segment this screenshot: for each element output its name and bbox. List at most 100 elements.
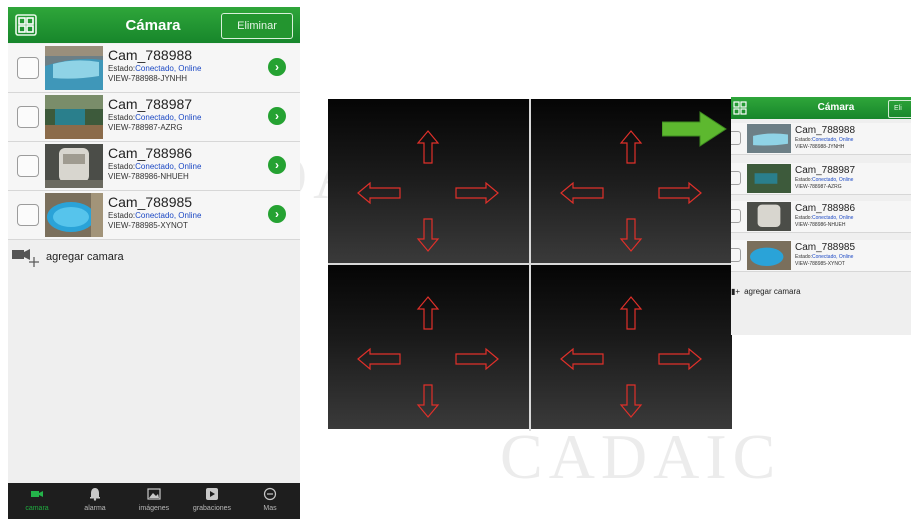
tab-alarma[interactable]: alarma xyxy=(66,483,124,519)
arrow-left-icon[interactable] xyxy=(560,181,604,205)
chevron-right-icon[interactable]: › xyxy=(268,156,286,174)
camera-status: Estado:Conectado, Online xyxy=(108,113,202,122)
camera-list-screen: Cámara Eliminar Cam_788988 Estado:Conect… xyxy=(8,7,300,519)
arrow-right-icon xyxy=(662,111,727,147)
tab-grabaciones[interactable]: grabaciones xyxy=(183,483,241,519)
camera-thumbnail xyxy=(747,164,791,193)
add-camera-icon: ▮+ xyxy=(731,287,741,296)
camera-name: Cam_788985 xyxy=(795,242,856,253)
arrow-left-icon[interactable] xyxy=(560,347,604,371)
arrow-up-icon[interactable] xyxy=(416,296,440,330)
grid-view-icon[interactable] xyxy=(14,13,38,37)
camera-name: Cam_788988 xyxy=(108,47,193,63)
play-icon xyxy=(206,488,218,500)
arrow-down-icon[interactable] xyxy=(619,384,643,418)
chevron-right-icon[interactable]: › xyxy=(268,107,286,125)
preview-camera-row: Cam_788988 Estado:Conectado, Online VIEW… xyxy=(731,123,911,155)
camera-name: Cam_788986 xyxy=(108,145,193,161)
preview-checkbox xyxy=(731,248,741,262)
preview-checkbox xyxy=(731,131,741,145)
tab-label: Mas xyxy=(263,505,277,512)
bell-icon xyxy=(90,488,100,501)
camera-status: Estado:Conectado, Online xyxy=(795,177,854,183)
camera-thumbnail xyxy=(45,193,103,237)
camera-id: VIEW-788985-XYNOT xyxy=(108,221,188,230)
camera-checkbox[interactable] xyxy=(17,106,39,128)
arrow-up-icon[interactable] xyxy=(619,130,643,164)
camera-thumbnail xyxy=(747,241,791,270)
camera-status: Estado:Conectado, Online xyxy=(795,254,854,260)
tab-label: camara xyxy=(25,505,49,512)
arrow-down-icon[interactable] xyxy=(416,218,440,252)
camera-thumbnail xyxy=(45,95,103,139)
camera-name: Cam_788987 xyxy=(108,96,193,112)
camera-id: VIEW-788986-NHUEH xyxy=(108,172,189,181)
camera-thumbnail xyxy=(45,46,103,90)
camera-checkbox[interactable] xyxy=(17,57,39,79)
camera-name: Cam_788987 xyxy=(795,165,856,176)
arrow-up-icon[interactable] xyxy=(619,296,643,330)
preview-camera-row: Cam_788986 Estado:Conectado, Online VIEW… xyxy=(731,201,911,233)
camera-name: Cam_788986 xyxy=(795,203,856,214)
preview-camera-row: Cam_788987 Estado:Conectado, Online VIEW… xyxy=(731,163,911,195)
camera-id: VIEW-788987-AZRG xyxy=(108,123,183,132)
camera-checkbox[interactable] xyxy=(17,204,39,226)
camera-status: Estado:Conectado, Online xyxy=(108,211,202,220)
arrow-right-icon[interactable] xyxy=(455,347,499,371)
camera-name: Cam_788985 xyxy=(108,194,193,210)
preview-checkbox xyxy=(731,171,741,185)
delete-button[interactable]: Eliminar xyxy=(221,13,293,39)
preview-checkbox xyxy=(731,209,741,223)
preview-title: Cámara xyxy=(817,102,855,113)
ptz-arrow-layer xyxy=(357,130,702,418)
watermark-text-bottom: CADAIC xyxy=(500,421,782,492)
minus-circle-icon xyxy=(263,487,277,501)
camera-row[interactable]: Cam_788986 Estado:Conectado, Online VIEW… xyxy=(8,142,300,191)
preview-header: Cámara Eli xyxy=(731,97,911,119)
image-icon xyxy=(147,488,161,500)
camera-checkbox[interactable] xyxy=(17,155,39,177)
tab-mas[interactable]: Mas xyxy=(241,483,299,519)
arrow-right-icon[interactable] xyxy=(455,181,499,205)
chevron-right-icon[interactable]: › xyxy=(268,205,286,223)
bottom-tab-bar: camara alarma imágenes grabaciones Mas xyxy=(8,483,300,519)
tab-label: grabaciones xyxy=(192,505,232,512)
camera-id: VIEW-788986-NHUEH xyxy=(795,222,846,228)
camera-thumbnail xyxy=(45,144,103,188)
app-header: Cámara Eliminar xyxy=(8,7,300,43)
camera-id: VIEW-788985-XYNOT xyxy=(795,261,845,267)
camera-row[interactable]: Cam_788985 Estado:Conectado, Online VIEW… xyxy=(8,191,300,240)
arrow-left-icon[interactable] xyxy=(357,181,401,205)
arrow-right-icon[interactable] xyxy=(658,181,702,205)
page-title: Cámara xyxy=(125,17,181,34)
camera-status: Estado:Conectado, Online xyxy=(108,162,202,171)
tab-label: imágenes xyxy=(138,505,170,512)
add-camera-label: agregar camara xyxy=(46,251,124,263)
tab-camara[interactable]: camara xyxy=(8,483,66,519)
quad-camera-view xyxy=(328,99,733,431)
arrow-left-icon[interactable] xyxy=(357,347,401,371)
arrow-up-icon[interactable] xyxy=(416,130,440,164)
arrow-right-icon[interactable] xyxy=(658,347,702,371)
tab-imagenes[interactable]: imágenes xyxy=(125,483,183,519)
camera-status: Estado:Conectado, Online xyxy=(795,137,854,143)
camera-list-preview: Cámara Eli Cam_788988 Estado:Conectado, … xyxy=(731,97,911,335)
grid-view-icon xyxy=(733,101,747,115)
camera-thumbnail xyxy=(747,124,791,153)
arrow-down-icon[interactable] xyxy=(416,384,440,418)
arrow-down-icon[interactable] xyxy=(619,218,643,252)
camera-id: VIEW-788987-AZRG xyxy=(795,184,842,190)
chevron-right-icon[interactable]: › xyxy=(268,58,286,76)
add-camera-icon xyxy=(12,249,39,267)
camera-id: VIEW-788988-JYNHH xyxy=(108,74,187,83)
add-camera-button[interactable]: agregar camara xyxy=(12,247,212,271)
preview-delete-button: Eli xyxy=(888,100,911,118)
camera-status: Estado:Conectado, Online xyxy=(108,64,202,73)
preview-add-camera: ▮+ agregar camara xyxy=(731,287,801,296)
camera-row[interactable]: Cam_788987 Estado:Conectado, Online VIEW… xyxy=(8,93,300,142)
preview-camera-row: Cam_788985 Estado:Conectado, Online VIEW… xyxy=(731,240,911,272)
camera-row[interactable]: Cam_788988 Estado:Conectado, Online VIEW… xyxy=(8,44,300,93)
tab-label: alarma xyxy=(84,505,106,512)
camera-name: Cam_788988 xyxy=(795,125,856,136)
camera-id: VIEW-788988-JYNHH xyxy=(795,144,845,150)
